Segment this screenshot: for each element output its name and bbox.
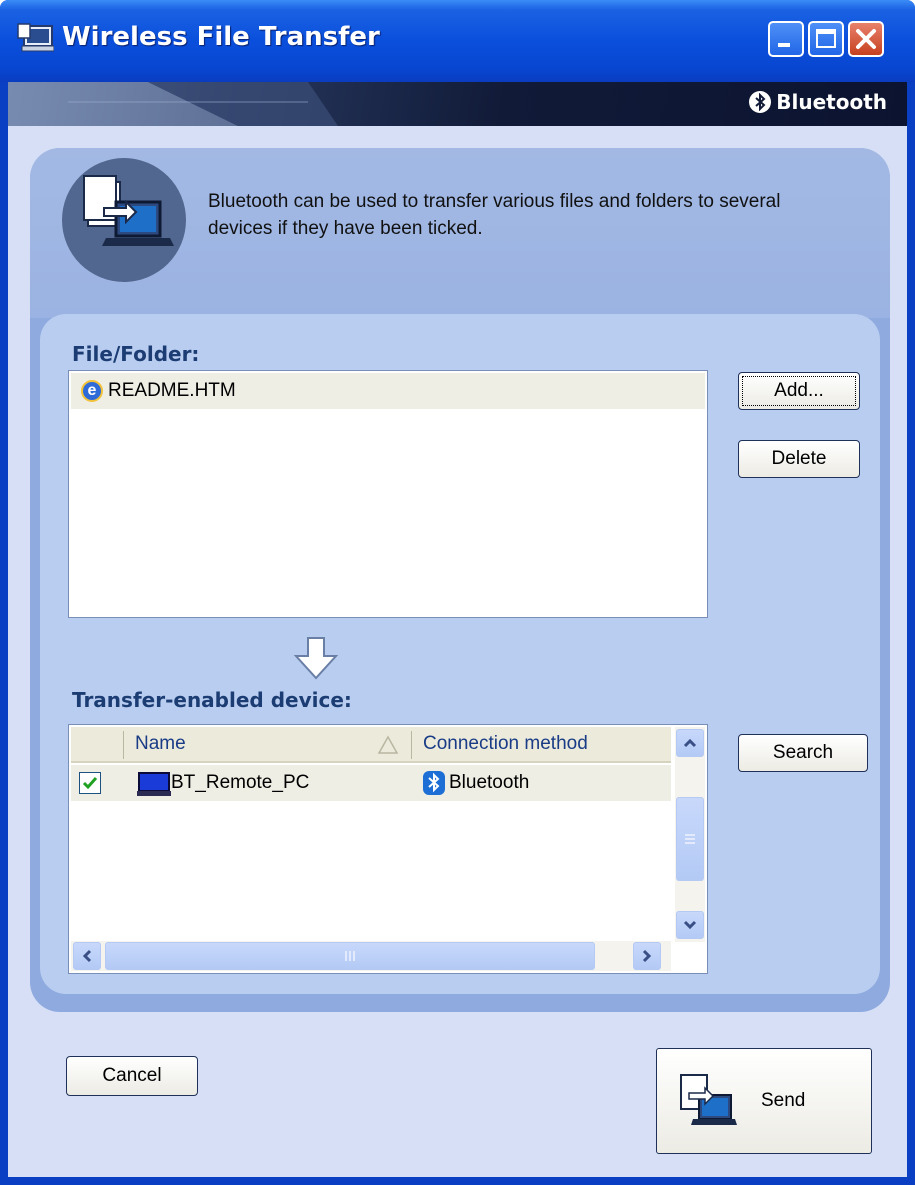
header-banner: Bluetooth xyxy=(8,82,907,126)
checkmark-icon xyxy=(82,777,98,790)
scroll-down-button[interactable] xyxy=(676,911,704,939)
transfer-device-label: Transfer-enabled device: xyxy=(72,688,352,712)
maximize-button[interactable] xyxy=(808,21,844,57)
horizontal-scroll-thumb[interactable] xyxy=(105,942,595,970)
device-table[interactable]: Name Connection method BT_Remote_PC Blue… xyxy=(68,724,708,974)
arrow-down-icon xyxy=(293,637,339,680)
file-transfer-icon xyxy=(680,1074,737,1125)
grip-icon xyxy=(685,834,695,844)
horizontal-scrollbar[interactable] xyxy=(71,941,671,971)
list-item[interactable]: e README.HTM xyxy=(71,373,705,409)
bluetooth-icon xyxy=(423,771,445,795)
table-row[interactable]: BT_Remote_PC Bluetooth xyxy=(71,765,671,801)
minimize-icon xyxy=(778,43,790,47)
computer-icon xyxy=(137,772,171,796)
chevron-left-icon xyxy=(82,949,92,963)
file-name: README.HTM xyxy=(108,380,236,401)
bluetooth-brand-text: Bluetooth xyxy=(776,90,887,114)
close-button[interactable] xyxy=(848,21,884,57)
scroll-up-button[interactable] xyxy=(676,729,704,757)
minimize-button[interactable] xyxy=(768,21,804,57)
bluetooth-logo: Bluetooth xyxy=(749,90,887,114)
chevron-up-icon xyxy=(683,738,697,748)
maximize-icon xyxy=(816,29,836,48)
wireless-file-transfer-window: Wireless File Transfer Bluetooth Bluetoo… xyxy=(0,0,915,1185)
window-title: Wireless File Transfer xyxy=(62,22,380,52)
transfer-panel: File/Folder: e README.HTM Add... Delete … xyxy=(40,314,880,994)
column-header-connection[interactable]: Connection method xyxy=(423,727,588,761)
file-folder-label: File/Folder: xyxy=(72,342,200,366)
device-name: BT_Remote_PC xyxy=(171,772,310,793)
client-area: Bluetooth can be used to transfer variou… xyxy=(8,126,907,1177)
bluetooth-transfer-app-icon xyxy=(17,23,54,52)
scroll-right-button[interactable] xyxy=(633,942,661,970)
send-button[interactable]: Send xyxy=(656,1048,872,1154)
laptop-banner-graphic xyxy=(8,82,338,126)
title-bar[interactable]: Wireless File Transfer xyxy=(0,0,915,82)
scroll-thumb[interactable] xyxy=(676,797,704,881)
main-panel: Bluetooth can be used to transfer variou… xyxy=(30,148,890,1012)
bluetooth-icon xyxy=(749,91,772,113)
column-header-name[interactable]: Name xyxy=(135,727,186,761)
description-text: Bluetooth can be used to transfer variou… xyxy=(208,191,781,239)
device-checkbox[interactable] xyxy=(79,772,101,794)
table-header: Name Connection method xyxy=(71,727,671,763)
chevron-right-icon xyxy=(642,949,652,963)
add-button[interactable]: Add... xyxy=(738,372,860,410)
grip-icon xyxy=(345,951,355,961)
file-transfer-icon xyxy=(62,158,186,282)
cancel-button[interactable]: Cancel xyxy=(66,1056,198,1096)
close-icon xyxy=(856,29,876,49)
delete-button[interactable]: Delete xyxy=(738,440,860,478)
chevron-down-icon xyxy=(683,920,697,930)
file-list[interactable]: e README.HTM xyxy=(68,370,708,618)
description-area: Bluetooth can be used to transfer variou… xyxy=(30,148,890,318)
sort-ascending-icon xyxy=(377,735,399,754)
search-button[interactable]: Search xyxy=(738,734,868,772)
internet-explorer-icon: e xyxy=(81,380,103,402)
vertical-scrollbar[interactable] xyxy=(675,727,705,942)
device-connection-method: Bluetooth xyxy=(449,772,530,793)
send-button-label: Send xyxy=(761,1090,806,1111)
scroll-left-button[interactable] xyxy=(73,942,101,970)
